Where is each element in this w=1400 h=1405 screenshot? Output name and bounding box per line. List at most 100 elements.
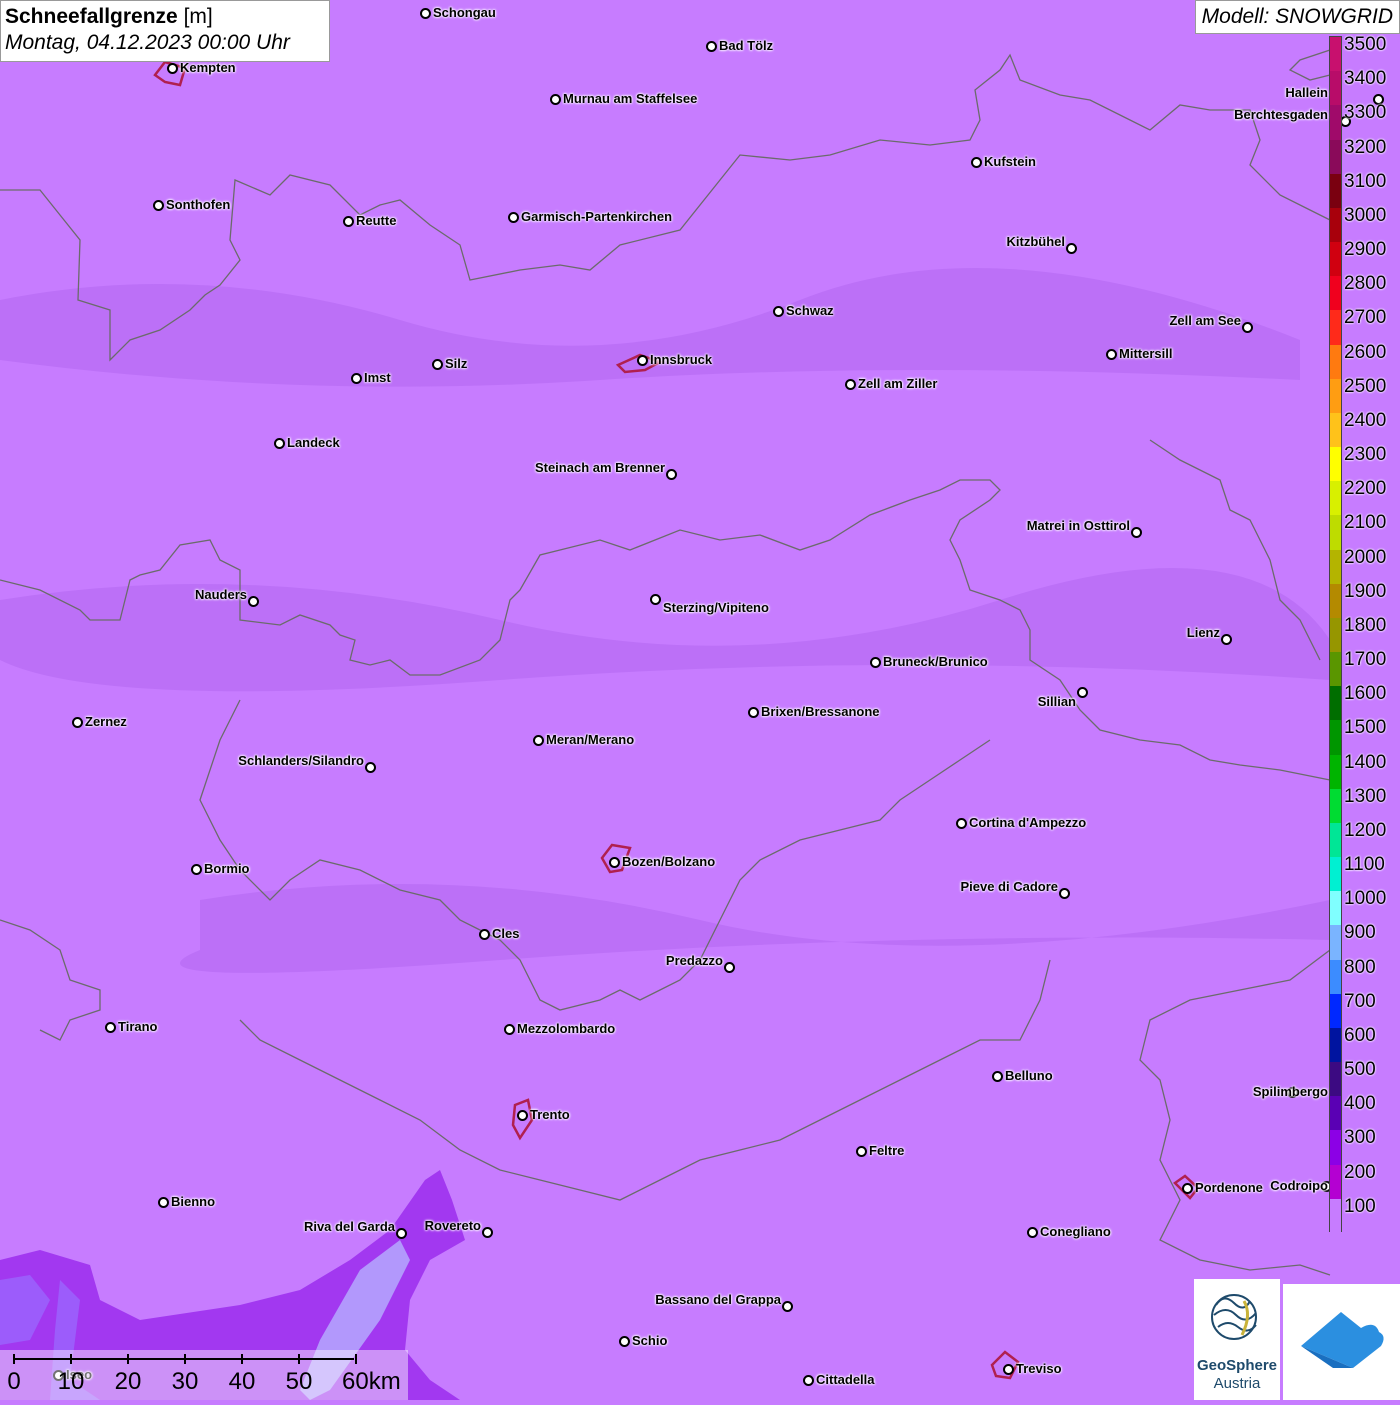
legend-color-400 — [1330, 1096, 1341, 1131]
city-label: Schlanders/Silandro — [238, 753, 364, 768]
legend-label-3000: 3000 — [1344, 204, 1387, 226]
legend-label-1800: 1800 — [1344, 614, 1387, 636]
legend-color-200 — [1330, 1164, 1341, 1200]
legend-label-400: 400 — [1344, 1093, 1376, 1115]
legend-color-1900 — [1330, 583, 1341, 619]
legend-color-3500 — [1330, 37, 1341, 72]
city-label: Rovereto — [424, 1218, 481, 1233]
legend-label-300: 300 — [1344, 1127, 1376, 1149]
legend-label-1700: 1700 — [1344, 649, 1387, 671]
city-marker — [609, 857, 620, 868]
city-label: Steinach am Brenner — [534, 460, 665, 475]
city-label: Kempten — [180, 60, 236, 75]
map-datetime: Montag, 04.12.2023 00:00 Uhr — [5, 31, 290, 54]
legend-color-2800 — [1330, 276, 1341, 311]
scale-label: 10 — [57, 1368, 85, 1395]
legend-label-2300: 2300 — [1344, 444, 1387, 466]
city-marker — [343, 216, 354, 227]
legend-label-700: 700 — [1344, 990, 1376, 1012]
legend-color-300 — [1330, 1130, 1341, 1166]
legend-label-900: 900 — [1344, 922, 1376, 944]
legend-label-2100: 2100 — [1344, 512, 1387, 534]
city-marker — [351, 373, 362, 384]
cloud-arrow-icon — [1301, 1312, 1384, 1368]
city-marker — [748, 707, 759, 718]
city-label: Reutte — [356, 213, 397, 228]
legend-color-1300 — [1330, 788, 1341, 824]
snowgrid-app-logo[interactable] — [1283, 1284, 1400, 1400]
legend-color-1200 — [1330, 822, 1341, 858]
city-label: Kufstein — [984, 154, 1036, 169]
city-marker — [724, 962, 735, 973]
city-label: Landeck — [287, 435, 340, 450]
city-label: Predazzo — [665, 953, 723, 968]
city-label: Bad Tölz — [719, 38, 774, 53]
city-label: Lienz — [1186, 625, 1220, 640]
city-label: Tirano — [118, 1019, 158, 1034]
city-label: Riva del Garda — [303, 1219, 395, 1234]
legend-color-3000 — [1330, 207, 1341, 243]
city-marker — [706, 41, 717, 52]
city-marker — [1221, 634, 1232, 645]
city-marker — [1182, 1183, 1193, 1194]
city-marker — [1242, 322, 1253, 333]
geosphere-logo[interactable]: GeoSphere Austria — [1194, 1279, 1280, 1400]
scale-tick — [70, 1354, 72, 1364]
city-marker — [72, 717, 83, 728]
scale-tick — [298, 1354, 300, 1364]
city-marker — [432, 359, 443, 370]
scale-tick — [184, 1354, 186, 1364]
city-label: Imst — [364, 370, 391, 385]
city-label: Zernez — [85, 714, 127, 729]
color-legend-bar — [1329, 36, 1342, 1234]
city-marker — [870, 657, 881, 668]
city-marker — [420, 8, 431, 19]
scale-tick — [355, 1354, 357, 1364]
city-label: Bienno — [171, 1194, 216, 1209]
legend-label-2000: 2000 — [1344, 546, 1387, 568]
scale-label: 20 — [114, 1368, 142, 1395]
city-label: Sonthofen — [166, 197, 231, 212]
city-marker — [517, 1110, 528, 1121]
legend-label-2600: 2600 — [1344, 341, 1387, 363]
legend-label-1400: 1400 — [1344, 751, 1387, 773]
city-marker — [1066, 243, 1077, 254]
city-marker — [773, 306, 784, 317]
legend-label-2700: 2700 — [1344, 307, 1387, 329]
legend-color-3300 — [1330, 105, 1341, 140]
city-marker — [191, 864, 202, 875]
geosphere-emblem-icon — [1211, 1294, 1257, 1340]
city-marker — [992, 1071, 1003, 1082]
city-label: Nauders — [194, 587, 247, 602]
city-label: Garmisch-Partenkirchen — [521, 209, 673, 224]
map-title-box: Schneefallgrenze [m] Montag, 04.12.2023 … — [0, 0, 330, 62]
city-marker — [666, 469, 677, 480]
city-label: Mittersill — [1119, 346, 1173, 361]
city-marker — [619, 1336, 630, 1347]
model-label: Modell: SNOWGRID — [1194, 0, 1400, 34]
legend-label-1200: 1200 — [1344, 819, 1387, 841]
city-label: Murnau am Staffelsee — [563, 91, 698, 106]
city-marker — [365, 762, 376, 773]
legend-label-1300: 1300 — [1344, 785, 1387, 807]
city-label: Treviso — [1016, 1361, 1062, 1376]
city-label: Pordenone — [1195, 1180, 1263, 1195]
legend-color-2600 — [1330, 344, 1341, 380]
city-marker — [1131, 527, 1142, 538]
title-unit: [m] — [177, 5, 213, 28]
city-label: Conegliano — [1040, 1224, 1111, 1239]
city-label: Innsbruck — [650, 352, 713, 367]
scale-label: 50 — [285, 1368, 313, 1395]
legend-color-2300 — [1330, 447, 1341, 482]
legend-label-2400: 2400 — [1344, 409, 1387, 431]
city-label: Matrei in Osttirol — [1026, 518, 1130, 533]
city-marker — [396, 1228, 407, 1239]
city-marker — [479, 929, 490, 940]
city-marker — [956, 818, 967, 829]
legend-label-2800: 2800 — [1344, 273, 1387, 295]
city-marker — [504, 1024, 515, 1035]
city-label: Sterzing/Vipiteno — [663, 600, 769, 615]
city-label: Bassano del Grappa — [655, 1292, 781, 1307]
city-label: Schio — [632, 1333, 668, 1348]
city-label: Sillian — [1037, 694, 1076, 709]
